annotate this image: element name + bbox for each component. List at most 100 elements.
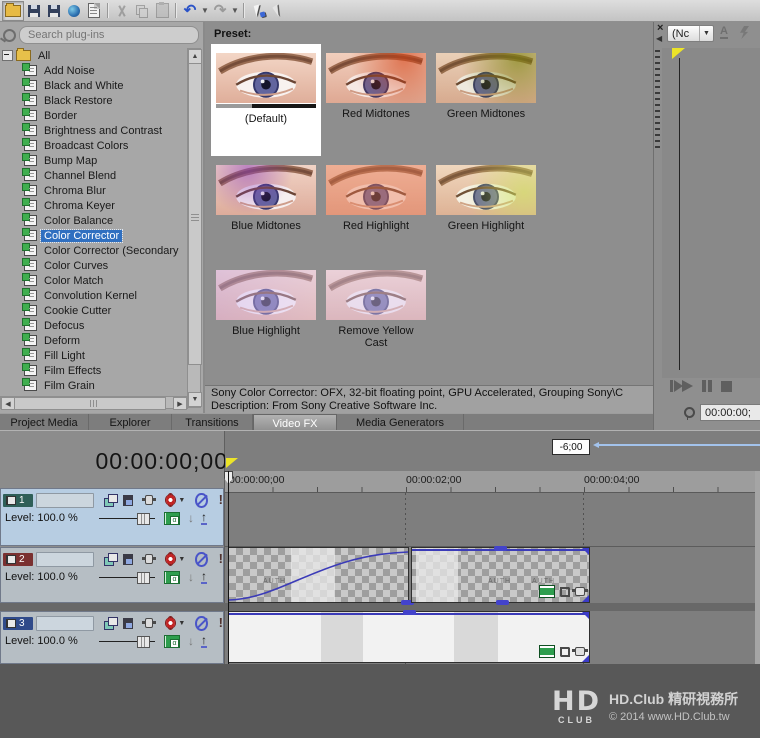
slider-knob[interactable]: [137, 513, 150, 525]
edit-cursor[interactable]: [228, 471, 229, 664]
track-motion-icon[interactable]: [104, 553, 114, 565]
chevron-down-icon[interactable]: ▼: [178, 497, 185, 504]
generated-media-icon[interactable]: [539, 585, 555, 598]
event-corner-handle[interactable]: [582, 612, 589, 619]
plugin-item[interactable]: Deform: [0, 333, 188, 348]
scroll-up-icon[interactable]: ▲: [188, 49, 202, 64]
solo-icon[interactable]: !: [219, 617, 223, 629]
event-fx-icon[interactable]: [575, 587, 585, 596]
save-project-icon[interactable]: [44, 2, 64, 20]
track-media-fx-icon[interactable]: [164, 571, 180, 584]
chevron-down-icon[interactable]: ▼: [699, 26, 713, 41]
scroll-right-icon[interactable]: ▶: [173, 397, 187, 410]
marker-triangle-icon[interactable]: [226, 458, 238, 468]
new-project-icon[interactable]: [2, 1, 24, 21]
solo-icon[interactable]: !: [219, 553, 223, 565]
scrollbar-thumb[interactable]: [188, 63, 202, 365]
track-header-1[interactable]: 1▼!Level: 100.0 %↓↑: [0, 488, 224, 546]
envelope-edit-tool-icon[interactable]: [268, 2, 288, 20]
automation-settings-icon[interactable]: [166, 494, 175, 506]
plugin-item[interactable]: Fill Light: [0, 348, 188, 363]
scroll-down-icon[interactable]: ▼: [188, 392, 202, 407]
preset-cell[interactable]: Red Highlight: [321, 156, 431, 261]
video-event-2[interactable]: AUTH AUTH: [411, 547, 590, 603]
compositing-parent-icon[interactable]: ↑: [201, 571, 207, 584]
level-slider[interactable]: [99, 512, 155, 524]
automation-settings-icon[interactable]: [166, 617, 175, 629]
preset-thumbnail[interactable]: [326, 270, 426, 320]
preset-thumbnail[interactable]: [216, 270, 316, 320]
track-media-fx-icon[interactable]: [164, 512, 180, 525]
track-media-fx-icon[interactable]: [164, 635, 180, 648]
preset-cell[interactable]: Blue Midtones: [211, 156, 321, 261]
cut-icon[interactable]: [112, 2, 132, 20]
timeline-scrollbar[interactable]: [755, 471, 760, 664]
plugin-item[interactable]: Color Corrector: [0, 228, 188, 243]
compositing-child-icon[interactable]: ↓: [188, 511, 194, 525]
compositing-child-icon[interactable]: ↓: [188, 634, 194, 648]
preset-cell[interactable]: Green Midtones: [431, 44, 541, 149]
track-name-field[interactable]: [36, 552, 94, 567]
mute-icon[interactable]: [195, 552, 207, 567]
compositing-child-icon[interactable]: ↓: [188, 570, 194, 584]
preset-cell[interactable]: Green Highlight: [431, 156, 541, 261]
compositing-parent-icon[interactable]: ↑: [201, 512, 207, 525]
ab-compare-icon[interactable]: A: [720, 26, 728, 39]
paste-icon[interactable]: [152, 2, 172, 20]
time-ruler[interactable]: 00:00:00;0000:00:02;0000:00:04;00: [225, 471, 760, 493]
envelope-point[interactable]: [403, 610, 416, 615]
preset-cell[interactable]: Red Midtones: [321, 44, 431, 149]
plugin-item[interactable]: Film Grain: [0, 378, 188, 393]
plugin-item[interactable]: Add Noise: [0, 63, 188, 78]
plugin-item[interactable]: Channel Blend: [0, 168, 188, 183]
level-slider[interactable]: [99, 571, 155, 583]
plugin-item[interactable]: Brightness and Contrast: [0, 123, 188, 138]
level-slider[interactable]: [99, 635, 155, 647]
search-input[interactable]: [19, 26, 199, 44]
play-button[interactable]: [682, 380, 693, 392]
track-motion-icon[interactable]: [104, 617, 114, 629]
track-motion-icon[interactable]: [104, 494, 114, 506]
plugin-item[interactable]: Cookie Cutter: [0, 303, 188, 318]
event-corner-handle[interactable]: [582, 548, 589, 555]
chevron-down-icon[interactable]: ▼: [178, 556, 185, 563]
lightning-icon[interactable]: [740, 26, 749, 39]
project-properties-icon[interactable]: [84, 2, 104, 20]
pause-button[interactable]: [702, 380, 712, 392]
automation-settings-icon[interactable]: [166, 553, 175, 565]
plugin-item[interactable]: Color Balance: [0, 213, 188, 228]
plugin-item[interactable]: Chroma Blur: [0, 183, 188, 198]
copy-icon[interactable]: [132, 2, 152, 20]
track-fx-icon[interactable]: [145, 554, 154, 564]
plugin-item[interactable]: Color Corrector (Secondary: [0, 243, 188, 258]
normal-edit-tool-icon[interactable]: [248, 2, 268, 20]
plugin-item[interactable]: Defocus: [0, 318, 188, 333]
pan-crop-icon[interactable]: [560, 647, 570, 657]
envelope-point[interactable]: [496, 600, 509, 605]
render-as-icon[interactable]: [64, 2, 84, 20]
plugin-item[interactable]: Black and White: [0, 78, 188, 93]
chevron-down-icon[interactable]: ▼: [178, 620, 185, 627]
plugin-item[interactable]: Bump Map: [0, 153, 188, 168]
compositing-parent-icon[interactable]: ↑: [201, 635, 207, 648]
preset-thumbnail[interactable]: [216, 165, 316, 215]
preset-thumbnail[interactable]: [436, 53, 536, 103]
close-icon[interactable]: ×: [657, 23, 663, 33]
preset-thumbnail[interactable]: [326, 53, 426, 103]
plugin-item[interactable]: Broadcast Colors: [0, 138, 188, 153]
undo-icon[interactable]: ↶: [180, 2, 200, 20]
preset-thumbnail[interactable]: [326, 165, 426, 215]
slider-knob[interactable]: [137, 636, 150, 648]
plugin-item[interactable]: Film Effects: [0, 363, 188, 378]
panel-drag-handle[interactable]: [655, 50, 660, 150]
preset-cell[interactable]: Remove Yellow Cast: [321, 261, 431, 366]
plugin-item[interactable]: Color Match: [0, 273, 188, 288]
preset-thumbnail[interactable]: [216, 53, 316, 103]
pan-crop-icon[interactable]: [560, 587, 570, 597]
plugin-item[interactable]: Chroma Keyer: [0, 198, 188, 213]
tab-media-generators[interactable]: Media Generators: [337, 414, 464, 431]
preset-cell[interactable]: Blue Highlight: [211, 261, 321, 366]
solo-icon[interactable]: !: [219, 494, 223, 506]
plugin-item[interactable]: Convolution Kernel: [0, 288, 188, 303]
tab-transitions[interactable]: Transitions: [172, 414, 253, 431]
